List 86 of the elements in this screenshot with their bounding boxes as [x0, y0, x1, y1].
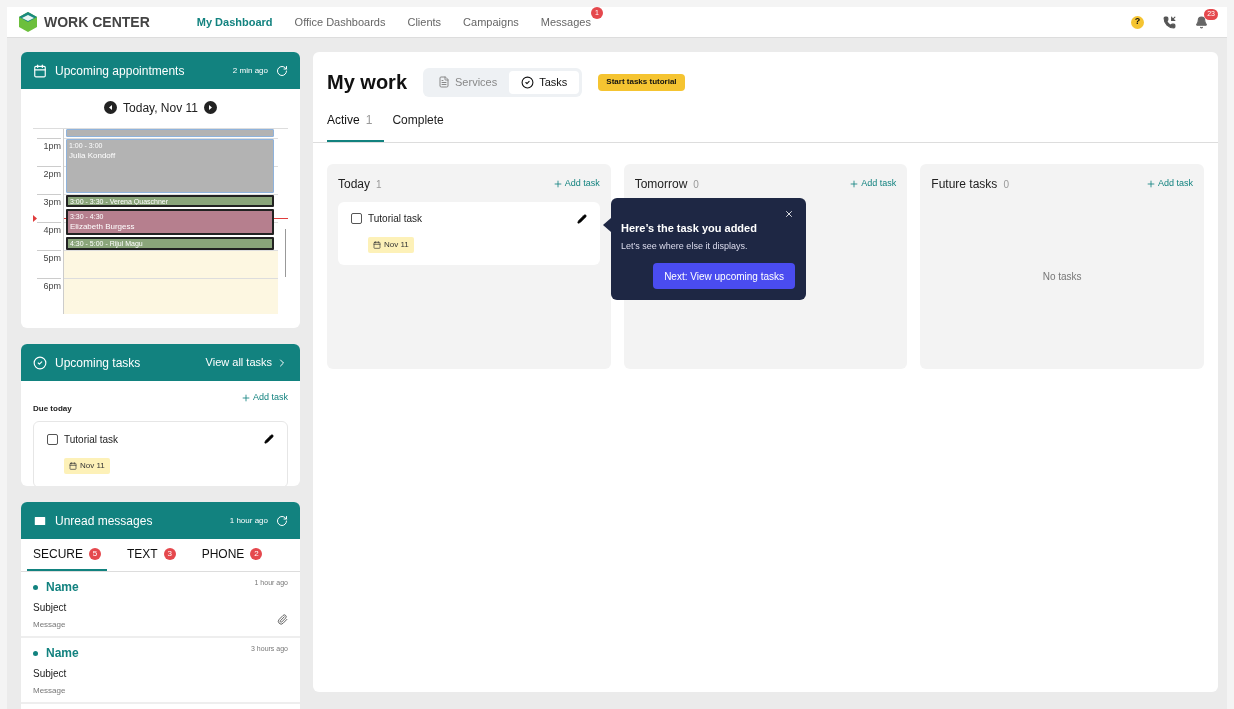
- checkbox[interactable]: [47, 433, 58, 445]
- nav-link[interactable]: Office Dashboards: [294, 13, 386, 31]
- message-tab[interactable]: SECURE 5: [27, 539, 107, 571]
- calendar-date: Today, Nov 11: [123, 99, 198, 117]
- edit-icon[interactable]: [576, 213, 587, 224]
- close-icon[interactable]: [784, 209, 794, 219]
- column-count: 1: [376, 177, 382, 192]
- view-all-tasks-link[interactable]: View all tasks: [205, 354, 288, 371]
- hour-label: 2pm: [42, 170, 61, 179]
- message-subject: Subject: [33, 601, 67, 615]
- message-preview: Message: [33, 619, 67, 631]
- plus-icon: [240, 392, 251, 403]
- status-tab[interactable]: Active 1: [327, 111, 385, 142]
- group-heading: Due today: [33, 402, 73, 415]
- nav-link[interactable]: My Dashboard: [196, 13, 273, 31]
- calendar-icon: [373, 241, 381, 249]
- nav-link[interactable]: Clients: [407, 13, 442, 31]
- plus-icon: [849, 179, 860, 189]
- column-count: 0: [1003, 177, 1009, 192]
- column-title: Tomorrow: [634, 176, 688, 193]
- message-subject: Subject: [33, 667, 67, 681]
- start-tutorial-button[interactable]: Start tasks tutorial: [598, 73, 685, 91]
- hour-label: 3pm: [42, 198, 61, 207]
- refresh-icon[interactable]: [276, 64, 288, 77]
- help-button[interactable]: ?: [1131, 15, 1144, 29]
- column-title: Today: [338, 176, 371, 193]
- updated-time: 2 min ago: [232, 64, 268, 77]
- hour-label: 5pm: [42, 254, 61, 263]
- updated-time: 1 hour ago: [229, 514, 268, 527]
- notifications-icon[interactable]: [1195, 15, 1208, 29]
- incoming-call-icon[interactable]: [1163, 15, 1176, 29]
- edit-icon[interactable]: [264, 434, 274, 444]
- check-circle-icon: [521, 75, 535, 89]
- plus-icon: [552, 179, 563, 189]
- current-time-marker-icon: [33, 215, 37, 222]
- popover-title: Here’s the task you added: [621, 221, 758, 236]
- count-badge: 2: [250, 548, 263, 560]
- message-tab[interactable]: PHONE 2: [195, 539, 269, 571]
- add-task-button[interactable]: Add task: [849, 177, 897, 191]
- column-count: 0: [693, 177, 699, 192]
- view-tab[interactable]: Tasks: [509, 70, 580, 94]
- add-task-button[interactable]: Add task: [240, 391, 288, 405]
- nav-link[interactable]: Campaigns: [463, 13, 519, 31]
- tab-count: 1: [365, 112, 373, 129]
- event-name: Julia Kondoff: [69, 151, 117, 161]
- sender-name: Name: [46, 645, 79, 662]
- add-task-button[interactable]: Add task: [1146, 177, 1193, 191]
- count-badge: 3: [163, 548, 176, 560]
- plus-icon: [1146, 179, 1156, 189]
- message-preview: Message: [33, 685, 67, 697]
- calendar-icon: [33, 63, 47, 78]
- task-title: Tutorial task: [368, 212, 423, 226]
- add-task-button[interactable]: Add task: [552, 177, 600, 191]
- due-date-tag: Nov 11: [368, 237, 414, 253]
- nav-link[interactable]: Messages: [540, 13, 591, 31]
- next-day-icon[interactable]: [203, 101, 217, 114]
- hour-label: 1pm: [42, 142, 61, 151]
- calendar-icon: [69, 461, 77, 470]
- empty-message: No tasks: [1042, 269, 1082, 284]
- sender-name: Name: [46, 579, 79, 596]
- cube-logo-icon: [18, 11, 38, 33]
- check-circle-icon: [33, 355, 47, 370]
- task-card[interactable]: Tutorial task Nov 11: [33, 420, 288, 486]
- hour-label: 6pm: [42, 282, 61, 291]
- page-title: My work: [327, 70, 408, 95]
- card-title: Unread messages: [55, 512, 153, 530]
- checkbox[interactable]: [351, 213, 362, 224]
- task-title: Tutorial task: [64, 432, 119, 447]
- status-tab[interactable]: Complete: [392, 111, 456, 142]
- hour-label: 4pm: [42, 226, 61, 235]
- due-date-tag: Nov 11: [64, 457, 110, 474]
- next-button[interactable]: Next: View upcoming tasks: [653, 263, 795, 289]
- event-name: Elizabeth Burgess: [70, 222, 136, 232]
- message-tab[interactable]: TEXT 3: [121, 539, 182, 571]
- popover-text: Let’s see where else it displays.: [621, 239, 749, 253]
- column-title: Future tasks: [931, 176, 998, 193]
- document-icon: [438, 76, 451, 88]
- task-card[interactable]: Tutorial task Nov 11: [338, 202, 600, 265]
- previous-day-icon[interactable]: [104, 101, 118, 114]
- refresh-icon[interactable]: [276, 514, 288, 527]
- view-tab[interactable]: Services: [426, 70, 510, 94]
- count-badge: 5: [89, 548, 101, 560]
- card-title: Upcoming tasks: [55, 354, 141, 372]
- card-title: Upcoming appointments: [55, 62, 185, 80]
- mail-icon: [33, 513, 47, 528]
- brand-name: WORK CENTER: [44, 12, 150, 32]
